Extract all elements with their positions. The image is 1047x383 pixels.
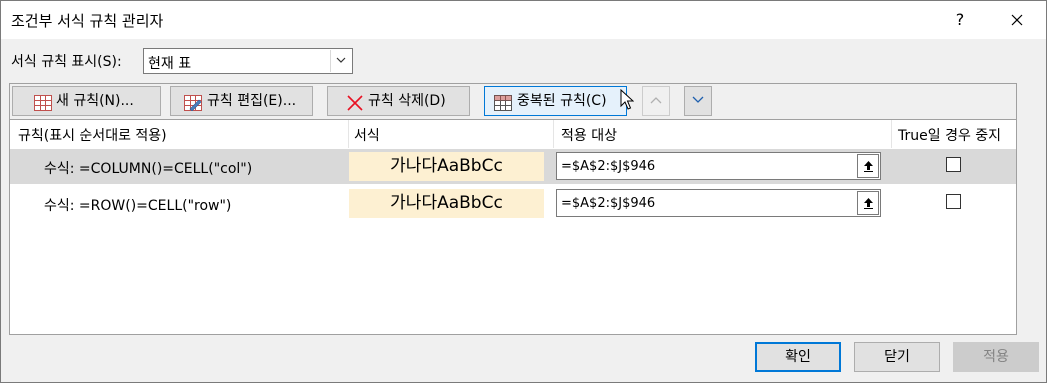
new-rule-icon — [34, 93, 52, 111]
applies-to-field[interactable]: =$A$2:$J$946 — [556, 189, 881, 217]
close-icon[interactable] — [1004, 7, 1030, 33]
dialog-title: 조건부 서식 규칙 관리자 — [11, 12, 164, 30]
duplicate-rule-button[interactable]: 중복된 규칙(C) — [484, 86, 627, 116]
column-divider — [553, 120, 554, 148]
mouse-cursor-icon — [620, 88, 635, 115]
column-divider — [891, 120, 892, 148]
show-rules-value: 현재 표 — [148, 56, 192, 72]
col-rule-header: 규칙(표시 순서대로 적용) — [18, 128, 167, 144]
title-bar: 조건부 서식 규칙 관리자 ? — [1, 1, 1046, 39]
range-select-icon[interactable] — [857, 154, 879, 178]
edit-rule-icon — [184, 93, 202, 112]
stop-if-true-checkbox[interactable] — [946, 157, 961, 172]
help-button[interactable]: ? — [947, 7, 973, 33]
chevron-up-icon — [650, 97, 662, 104]
column-divider — [348, 120, 349, 148]
chevron-down-icon — [692, 96, 704, 103]
new-rule-label: 새 규칙(N)... — [56, 93, 134, 109]
applies-to-value: =$A$2:$J$946 — [561, 196, 656, 211]
grid-header: 규칙(표시 순서대로 적용) 서식 적용 대상 True일 경우 중지 — [10, 120, 1016, 148]
edit-rule-label: 규칙 편집(E)... — [207, 93, 297, 109]
show-rules-select[interactable]: 현재 표 — [143, 48, 353, 74]
delete-rule-button[interactable]: 규칙 삭제(D) — [327, 86, 470, 116]
move-up-button[interactable] — [642, 86, 670, 116]
rules-grid: 규칙(표시 순서대로 적용) 서식 적용 대상 True일 경우 중지 수식: … — [9, 119, 1017, 335]
edit-rule-button[interactable]: 규칙 편집(E)... — [170, 86, 313, 116]
duplicate-rule-icon — [494, 93, 512, 111]
ok-button[interactable]: 확인 — [755, 342, 841, 372]
applies-to-field[interactable]: =$A$2:$J$946 — [556, 152, 881, 180]
range-select-icon[interactable] — [857, 191, 879, 215]
rule-row[interactable]: 수식: =COLUMN()=CELL("col") 가나다AaBbCc =$A$… — [10, 149, 1016, 184]
rule-formula: 수식: =COLUMN()=CELL("col") — [44, 161, 253, 177]
stop-if-true-checkbox[interactable] — [946, 194, 961, 209]
delete-x-icon — [346, 93, 364, 111]
applies-to-value: =$A$2:$J$946 — [561, 159, 656, 174]
rules-toolbar: 새 규칙(N)... 규칙 편집(E)... 규칙 삭제(D) 중복된 규칙(C… — [9, 83, 1017, 119]
col-applies-to-header: 적용 대상 — [561, 128, 617, 144]
rule-row[interactable]: 수식: =ROW()=CELL("row") 가나다AaBbCc =$A$2:$… — [10, 186, 1016, 221]
conditional-format-rules-manager-dialog: 조건부 서식 규칙 관리자 ? 서식 규칙 표시(S): 현재 표 새 규칙(N… — [0, 0, 1047, 383]
rule-formula: 수식: =ROW()=CELL("row") — [44, 198, 232, 214]
col-format-header: 서식 — [354, 128, 380, 144]
format-preview[interactable]: 가나다AaBbCc — [349, 152, 544, 181]
format-preview[interactable]: 가나다AaBbCc — [349, 189, 544, 218]
close-button[interactable]: 닫기 — [854, 342, 940, 372]
apply-button[interactable]: 적용 — [953, 342, 1039, 372]
move-down-button[interactable] — [684, 86, 712, 116]
duplicate-rule-label: 중복된 규칙(C) — [517, 93, 607, 109]
delete-rule-label: 규칙 삭제(D) — [368, 93, 446, 109]
new-rule-button[interactable]: 새 규칙(N)... — [12, 86, 161, 116]
show-rules-label: 서식 규칙 표시(S): — [11, 54, 122, 70]
col-stop-if-true-header: True일 경우 중지 — [898, 128, 1002, 144]
chevron-down-icon[interactable] — [330, 50, 351, 72]
